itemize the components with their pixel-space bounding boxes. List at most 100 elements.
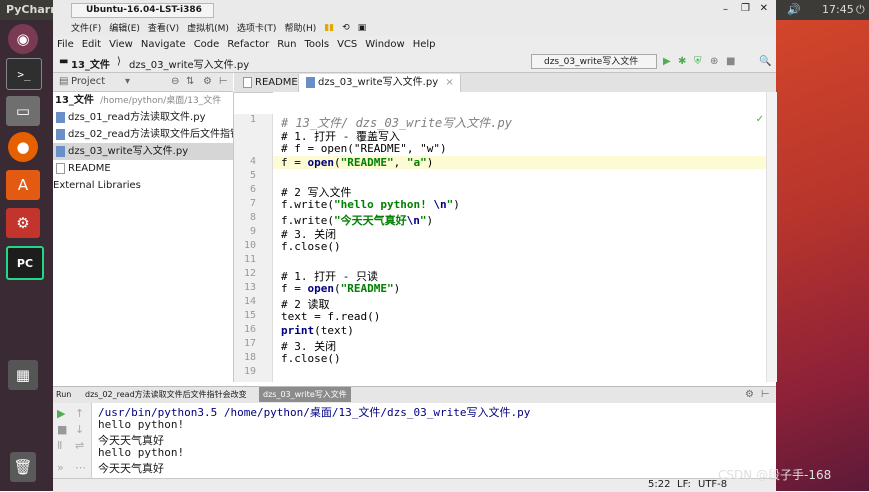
code-token: f =	[281, 282, 308, 295]
run-tab-previous[interactable]: dzs_02_read方法读取文件后文件指针会改变	[81, 387, 259, 402]
snapshot-icon[interactable]: ⟲	[342, 23, 350, 33]
code-token: )	[426, 214, 434, 227]
navigation-bar: ▬ 13_文件 ⟩ dzs_03_write写入文件.py dzs_03_wri…	[53, 52, 776, 73]
line-separator[interactable]: LF:	[677, 479, 691, 490]
close-tab-icon[interactable]: ×	[445, 77, 453, 88]
inspection-ok-icon[interactable]: ✓	[756, 114, 764, 125]
tree-file-label: README	[68, 163, 111, 174]
code-token: )	[426, 156, 434, 169]
software-center-icon[interactable]: A	[6, 170, 40, 200]
pause-output-icon[interactable]: Ⅱ	[57, 439, 62, 452]
tree-file[interactable]: dzs_03_write写入文件.py	[53, 143, 233, 160]
debug-icon[interactable]: ✱	[678, 56, 686, 67]
watermark: CSDN @段子手-168	[718, 468, 832, 482]
ubuntu-dash-icon[interactable]: ◉	[8, 24, 38, 54]
code-line: # f = open("README", "w")	[281, 142, 447, 155]
firefox-icon[interactable]: ●	[8, 132, 38, 162]
restore-icon[interactable]: ❐	[741, 3, 750, 14]
profile-icon[interactable]: ⊕	[710, 56, 718, 67]
menu-vcs[interactable]: VCS	[333, 39, 361, 50]
vm-menu-help[interactable]: 帮助(H)	[284, 21, 316, 34]
line-number: 1	[249, 114, 256, 125]
tab-active-file[interactable]: dzs_03_write写入文件.py ×	[298, 74, 461, 92]
rerun-icon[interactable]: ▶	[57, 407, 65, 420]
collapse-all-icon[interactable]: ⊖	[171, 76, 179, 87]
run-console[interactable]: /usr/bin/python3.5 /home/python/桌面/13_文件…	[92, 403, 776, 478]
vm-menu-tabs[interactable]: 选项卡(T)	[237, 21, 277, 34]
scroll-down-icon[interactable]: ↓	[75, 423, 84, 436]
menu-navigate[interactable]: Navigate	[137, 39, 190, 50]
code-editor[interactable]: # 13_文件/ dzs_03_write写入文件.py # 1. 打开 - 覆…	[273, 92, 766, 382]
tree-root[interactable]: 13_文件 /home/python/桌面/13_文件	[53, 92, 233, 109]
external-libraries[interactable]: External Libraries	[53, 177, 233, 194]
status-bar: 5:22 LF: UTF-8	[53, 478, 776, 492]
hide-panel-icon[interactable]: ⊢	[761, 389, 770, 400]
menu-view[interactable]: View	[105, 39, 137, 50]
console-line: hello python!	[98, 418, 185, 431]
tab-label: README	[255, 77, 298, 88]
coverage-icon[interactable]: ⛨	[694, 56, 702, 67]
workspace-switcher-icon[interactable]: ▦	[8, 360, 38, 390]
vm-menu-file[interactable]: 文件(F)	[71, 21, 101, 34]
more-icon[interactable]: ⋯	[75, 461, 86, 474]
breadcrumb-file[interactable]: dzs_03_write写入文件.py	[129, 56, 249, 71]
dropdown-arrow-icon[interactable]: ▾	[125, 76, 130, 87]
caret-position[interactable]: 5:22	[648, 479, 670, 490]
pycharm-icon[interactable]: PC	[6, 246, 44, 280]
settings-icon[interactable]: ⚙	[6, 208, 40, 238]
pause-icon[interactable]: ▮▮	[324, 23, 334, 33]
scroll-up-icon[interactable]: ↑	[75, 407, 84, 420]
run-icon[interactable]: ▶	[663, 56, 671, 67]
desktop-wallpaper	[776, 20, 869, 491]
project-panel-title[interactable]: Project	[71, 76, 105, 87]
tree-file[interactable]: README	[53, 160, 233, 177]
menu-window[interactable]: Window	[361, 39, 408, 50]
terminal-icon[interactable]: >_	[6, 58, 42, 90]
run-configuration-select[interactable]: dzs_03_write写入文件	[531, 54, 657, 69]
code-token: "a"	[406, 156, 427, 169]
run-tab-current[interactable]: dzs_03_write写入文件	[259, 387, 351, 402]
hide-panel-icon[interactable]: ⊢	[219, 76, 228, 87]
console-line: hello python!	[98, 446, 185, 459]
menu-file[interactable]: File	[53, 39, 78, 50]
code-token: open	[307, 282, 335, 295]
gear-icon[interactable]: ⚙	[745, 389, 754, 400]
vm-tab[interactable]: Ubuntu-16.04-LST-i386	[71, 3, 214, 18]
code-line: text = f.read()	[281, 310, 380, 323]
vm-menu-view[interactable]: 查看(V)	[148, 21, 179, 34]
menu-run[interactable]: Run	[273, 39, 300, 50]
stop-icon[interactable]: ■	[57, 423, 67, 436]
clock[interactable]: 17:45	[822, 3, 854, 16]
fullscreen-icon[interactable]: ▣	[358, 23, 367, 33]
power-icon[interactable]: ⏻	[856, 3, 865, 17]
menu-help[interactable]: Help	[409, 39, 440, 50]
menu-tools[interactable]: Tools	[300, 39, 333, 50]
sound-icon[interactable]: 🔊	[787, 3, 801, 16]
line-number: 9	[249, 226, 256, 237]
vm-menu-machine[interactable]: 虚拟机(M)	[187, 21, 229, 34]
minimize-icon[interactable]: –	[723, 4, 728, 15]
tree-file[interactable]: dzs_01_read方法读取文件.py	[53, 109, 233, 126]
breadcrumb-project[interactable]: 13_文件	[71, 56, 110, 71]
code-token: print	[281, 324, 315, 337]
line-number: 11	[243, 254, 256, 265]
ubuntu-launcher: ◉ >_ ▭ ● A ⚙ PC ▦ 🗑	[0, 20, 53, 491]
files-icon[interactable]: ▭	[6, 96, 40, 126]
menu-refactor[interactable]: Refactor	[223, 39, 273, 50]
menu-edit[interactable]: Edit	[78, 39, 105, 50]
search-everywhere-icon[interactable]: 🔍	[759, 56, 771, 67]
tree-file[interactable]: dzs_02_read方法读取文件后文件指针会改	[53, 126, 233, 143]
menu-code[interactable]: Code	[190, 39, 224, 50]
code-token: "README"	[340, 282, 394, 295]
trash-icon[interactable]: 🗑	[10, 452, 36, 482]
python-file-icon	[306, 76, 315, 88]
vm-menu-edit[interactable]: 编辑(E)	[109, 21, 140, 34]
scroll-from-source-icon[interactable]: ⇅	[186, 76, 194, 87]
vm-menu: 文件(F) 编辑(E) 查看(V) 虚拟机(M) 选项卡(T) 帮助(H) ▮▮…	[71, 20, 366, 35]
expand-icon[interactable]: »	[57, 461, 64, 474]
editor-scrollbar[interactable]	[766, 92, 777, 382]
soft-wrap-icon[interactable]: ⇌	[75, 439, 84, 452]
close-icon[interactable]: ✕	[760, 3, 768, 14]
stop-icon[interactable]: ■	[726, 56, 735, 67]
gear-icon[interactable]: ⚙	[203, 76, 212, 87]
